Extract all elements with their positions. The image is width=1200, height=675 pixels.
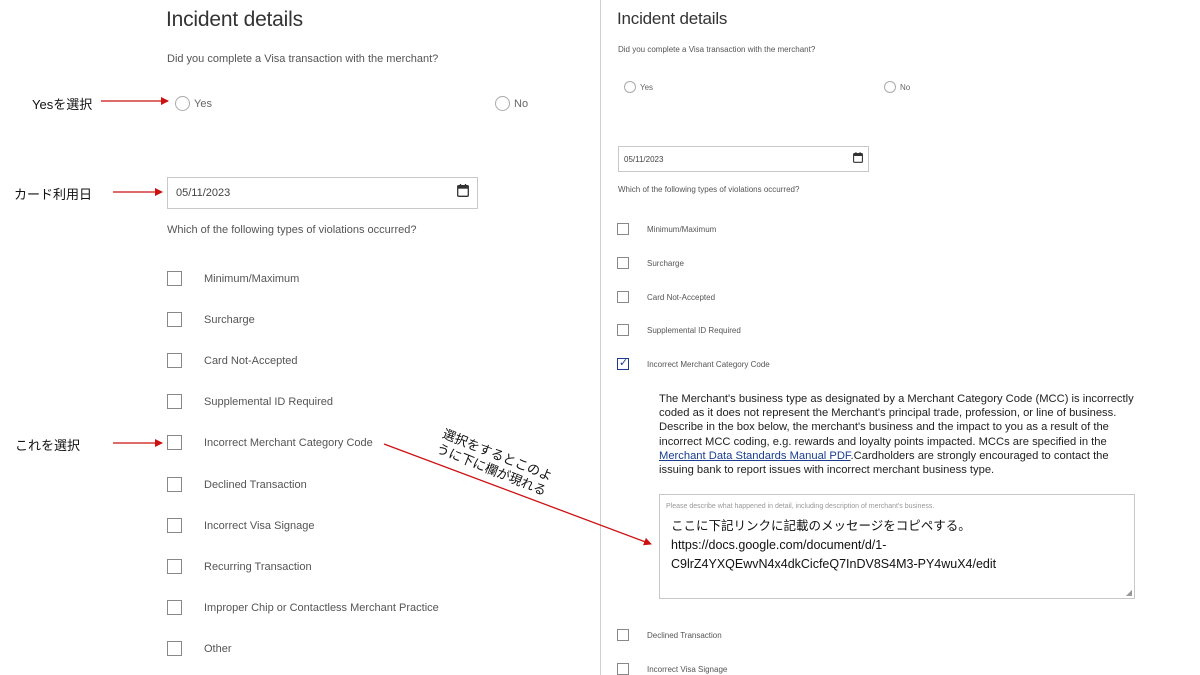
violation-label: Incorrect Visa Signage (204, 519, 315, 532)
radio-yes[interactable] (624, 81, 636, 93)
violation-option[interactable]: Incorrect Visa Signage (617, 663, 727, 675)
violation-option[interactable]: Card Not-Accepted (617, 291, 715, 303)
violation-label: Surcharge (204, 313, 255, 326)
violation-option[interactable]: Incorrect Merchant Category Code (167, 435, 373, 450)
transaction-question: Did you complete a Visa transaction with… (167, 53, 439, 65)
violation-checkbox[interactable] (617, 257, 629, 269)
violation-checkbox[interactable] (167, 641, 182, 656)
date-value: 05/11/2023 (176, 187, 231, 199)
violation-option[interactable]: Improper Chip or Contactless Merchant Pr… (167, 600, 439, 615)
radio-no-label: No (900, 82, 911, 92)
radio-no-option[interactable]: No (884, 81, 910, 93)
violation-checkbox[interactable] (617, 663, 629, 675)
violation-option[interactable]: Other (167, 641, 232, 656)
textarea-line: C9lrZ4YXQEwvN4x4dkCicfeQ7InDV8S4M3-PY4wu… (671, 557, 997, 571)
violation-checkbox[interactable] (167, 477, 182, 492)
violation-option[interactable]: Minimum/Maximum (167, 271, 299, 286)
violation-option[interactable]: Supplemental ID Required (617, 324, 741, 336)
violation-option[interactable]: Declined Transaction (617, 629, 722, 641)
radio-yes-label: Yes (640, 82, 654, 92)
violation-checkbox[interactable] (167, 559, 182, 574)
violation-label: Card Not-Accepted (204, 354, 298, 367)
mcc-description-textarea[interactable]: Please describe what happened in detail,… (659, 494, 1135, 599)
resize-handle-icon[interactable]: ◢ (1126, 588, 1132, 597)
radio-no[interactable] (495, 96, 510, 111)
violation-option[interactable]: Incorrect Visa Signage (167, 518, 314, 533)
violation-label: Minimum/Maximum (204, 272, 300, 285)
radio-yes-option[interactable]: Yes (624, 81, 653, 93)
radio-yes[interactable] (175, 96, 190, 111)
violation-option[interactable]: Minimum/Maximum (617, 223, 716, 235)
mcc-description-text: The Merchant's business type as designat… (659, 393, 1134, 448)
textarea-line: ここに下記リンクに記載のメッセージをコピペする。 (671, 519, 971, 533)
violation-checkbox[interactable] (167, 271, 182, 286)
violations-question: Which of the following types of violatio… (618, 185, 800, 194)
radio-yes-option[interactable]: Yes (175, 96, 212, 111)
violation-option[interactable]: Supplemental ID Required (167, 394, 333, 409)
mcc-description: The Merchant's business type as designat… (659, 392, 1134, 477)
violation-checkbox[interactable] (617, 291, 629, 303)
checkmark-icon: ✓ (619, 357, 629, 369)
transaction-question: Did you complete a Visa transaction with… (618, 45, 816, 54)
radio-yes-label: Yes (194, 97, 212, 110)
violation-option[interactable]: Card Not-Accepted (167, 353, 298, 368)
violation-label: Incorrect Merchant Category Code (204, 436, 373, 449)
textarea-content[interactable]: ここに下記リンクに記載のメッセージをコピペする。 https://docs.go… (671, 517, 996, 574)
page-title: Incident details (617, 9, 728, 28)
violation-checkbox[interactable] (617, 223, 629, 235)
violation-checkbox[interactable] (617, 629, 629, 641)
violation-label: Surcharge (647, 258, 684, 268)
violation-option[interactable]: Surcharge (167, 312, 255, 327)
violation-label: Incorrect Visa Signage (647, 664, 728, 674)
annotation-card-date: カード利用日 (14, 187, 93, 202)
annotation-select-this: これを選択 (15, 438, 81, 453)
merchant-data-standards-link[interactable]: Merchant Data Standards Manual PDF (659, 450, 851, 462)
violation-checkbox[interactable] (617, 324, 629, 336)
violation-option-checked[interactable]: ✓ Incorrect Merchant Category Code (617, 357, 770, 370)
violation-label: Declined Transaction (204, 478, 307, 491)
textarea-line: https://docs.google.com/document/d/1- (671, 538, 887, 552)
violation-label: Supplemental ID Required (204, 395, 334, 408)
violation-option[interactable]: Surcharge (617, 257, 684, 269)
violation-option[interactable]: Declined Transaction (167, 477, 307, 492)
radio-no-option[interactable]: No (495, 96, 528, 111)
violation-checkbox-checked[interactable]: ✓ (617, 357, 629, 370)
transaction-date-input[interactable]: 05/11/2023 (618, 146, 869, 172)
textarea-placeholder: Please describe what happened in detail,… (666, 503, 935, 510)
violation-label: Other (204, 642, 232, 655)
radio-no[interactable] (884, 81, 896, 93)
violation-label: Incorrect Merchant Category Code (647, 359, 770, 369)
violation-checkbox[interactable] (167, 435, 182, 450)
violation-label: Declined Transaction (647, 630, 722, 640)
violation-checkbox[interactable] (167, 353, 182, 368)
violations-question: Which of the following types of violatio… (167, 224, 417, 236)
calendar-icon[interactable] (457, 184, 469, 202)
violation-label: Improper Chip or Contactless Merchant Pr… (204, 601, 439, 614)
violation-checkbox[interactable] (167, 600, 182, 615)
radio-no-label: No (514, 97, 529, 110)
violation-checkbox[interactable] (167, 312, 182, 327)
transaction-date-input[interactable]: 05/11/2023 (167, 177, 478, 209)
page-title: Incident details (166, 8, 303, 31)
calendar-icon[interactable] (853, 150, 863, 168)
violation-checkbox[interactable] (167, 518, 182, 533)
annotation-select-yes: Yesを選択 (32, 97, 93, 112)
violation-label: Recurring Transaction (204, 560, 312, 573)
date-value: 05/11/2023 (624, 154, 664, 164)
violation-label: Supplemental ID Required (647, 325, 741, 335)
violation-checkbox[interactable] (167, 394, 182, 409)
violation-option[interactable]: Recurring Transaction (167, 559, 312, 574)
violation-label: Minimum/Maximum (647, 224, 717, 234)
violation-label: Card Not-Accepted (647, 292, 716, 302)
